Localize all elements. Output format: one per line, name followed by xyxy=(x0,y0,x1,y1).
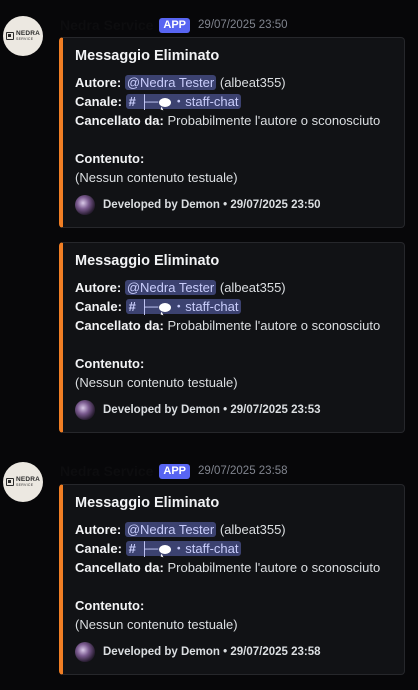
speech-bubble-icon xyxy=(159,98,172,107)
embed-title: Messaggio Eliminato xyxy=(75,495,220,511)
field-author: Autore: @Nedra Tester (albeat355) xyxy=(75,75,286,90)
footer-text: Developed by Demon • 29/07/2025 23:53 xyxy=(103,404,321,416)
field-content-value: (Nessun contenuto testuale) xyxy=(75,170,238,185)
hash-icon: # xyxy=(128,94,136,109)
user-mention[interactable]: @Nedra Tester xyxy=(124,75,217,90)
hash-icon: # xyxy=(128,299,136,314)
hash-icon: # xyxy=(128,541,136,556)
speech-bubble-icon xyxy=(159,545,172,554)
channel-mention[interactable]: # ├─ ・staff-chat xyxy=(125,541,242,556)
field-content-label: Contenuto: xyxy=(75,598,145,613)
field-content-value: (Nessun contenuto testuale) xyxy=(75,375,238,390)
field-deleted-by: Cancellato da: Probabilmente l'autore o … xyxy=(75,113,381,128)
embed-card: Messaggio Eliminato Autore: @Nedra Teste… xyxy=(59,242,405,433)
field-content-label: Contenuto: xyxy=(75,151,145,166)
channel-mention[interactable]: # ├─ ・staff-chat xyxy=(125,94,242,109)
nedra-logo-icon: NEDRA SERVICE xyxy=(5,30,40,41)
nedra-logo-icon: NEDRA SERVICE xyxy=(5,476,40,487)
embed-title: Messaggio Eliminato xyxy=(75,48,220,64)
message-timestamp[interactable]: 29/07/2025 23:50 xyxy=(198,19,288,31)
embed-card: Messaggio Eliminato Autore: @Nedra Teste… xyxy=(59,484,405,675)
field-deleted-by: Cancellato da: Probabilmente l'autore o … xyxy=(75,560,381,575)
bot-avatar[interactable]: NEDRA SERVICE xyxy=(3,16,43,56)
footer-text: Developed by Demon • 29/07/2025 23:58 xyxy=(103,646,321,658)
author-username[interactable]: Nedra Service xyxy=(60,463,153,479)
author-username[interactable]: Nedra Service xyxy=(60,17,153,33)
embed-footer: Developed by Demon • 29/07/2025 23:50 xyxy=(75,195,390,215)
field-channel: Canale: # ├─ ・staff-chat xyxy=(75,92,390,111)
speech-bubble-icon xyxy=(159,303,172,312)
user-mention[interactable]: @Nedra Tester xyxy=(124,280,217,295)
embed-footer: Developed by Demon • 29/07/2025 23:53 xyxy=(75,400,390,420)
field-channel: Canale: # ├─ ・staff-chat xyxy=(75,297,390,316)
embed-title: Messaggio Eliminato xyxy=(75,253,220,269)
message-header: Nedra Service APP 29/07/2025 23:50 xyxy=(60,16,288,34)
embed-card: Messaggio Eliminato Autore: @Nedra Teste… xyxy=(59,37,405,228)
field-content-label: Contenuto: xyxy=(75,356,145,371)
user-mention[interactable]: @Nedra Tester xyxy=(124,522,217,537)
footer-text: Developed by Demon • 29/07/2025 23:50 xyxy=(103,199,321,211)
footer-avatar-icon xyxy=(75,642,95,662)
field-author: Autore: @Nedra Tester (albeat355) xyxy=(75,522,286,537)
field-author: Autore: @Nedra Tester (albeat355) xyxy=(75,280,286,295)
field-content-value: (Nessun contenuto testuale) xyxy=(75,617,238,632)
bot-avatar[interactable]: NEDRA SERVICE xyxy=(3,462,43,502)
app-badge: APP xyxy=(159,17,191,33)
message-timestamp[interactable]: 29/07/2025 23:58 xyxy=(198,465,288,477)
field-deleted-by: Cancellato da: Probabilmente l'autore o … xyxy=(75,318,381,333)
field-channel: Canale: # ├─ ・staff-chat xyxy=(75,539,390,558)
app-badge: APP xyxy=(159,463,191,479)
embed-footer: Developed by Demon • 29/07/2025 23:58 xyxy=(75,642,390,662)
message-header: Nedra Service APP 29/07/2025 23:58 xyxy=(60,462,288,480)
footer-avatar-icon xyxy=(75,195,95,215)
footer-avatar-icon xyxy=(75,400,95,420)
channel-mention[interactable]: # ├─ ・staff-chat xyxy=(125,299,242,314)
